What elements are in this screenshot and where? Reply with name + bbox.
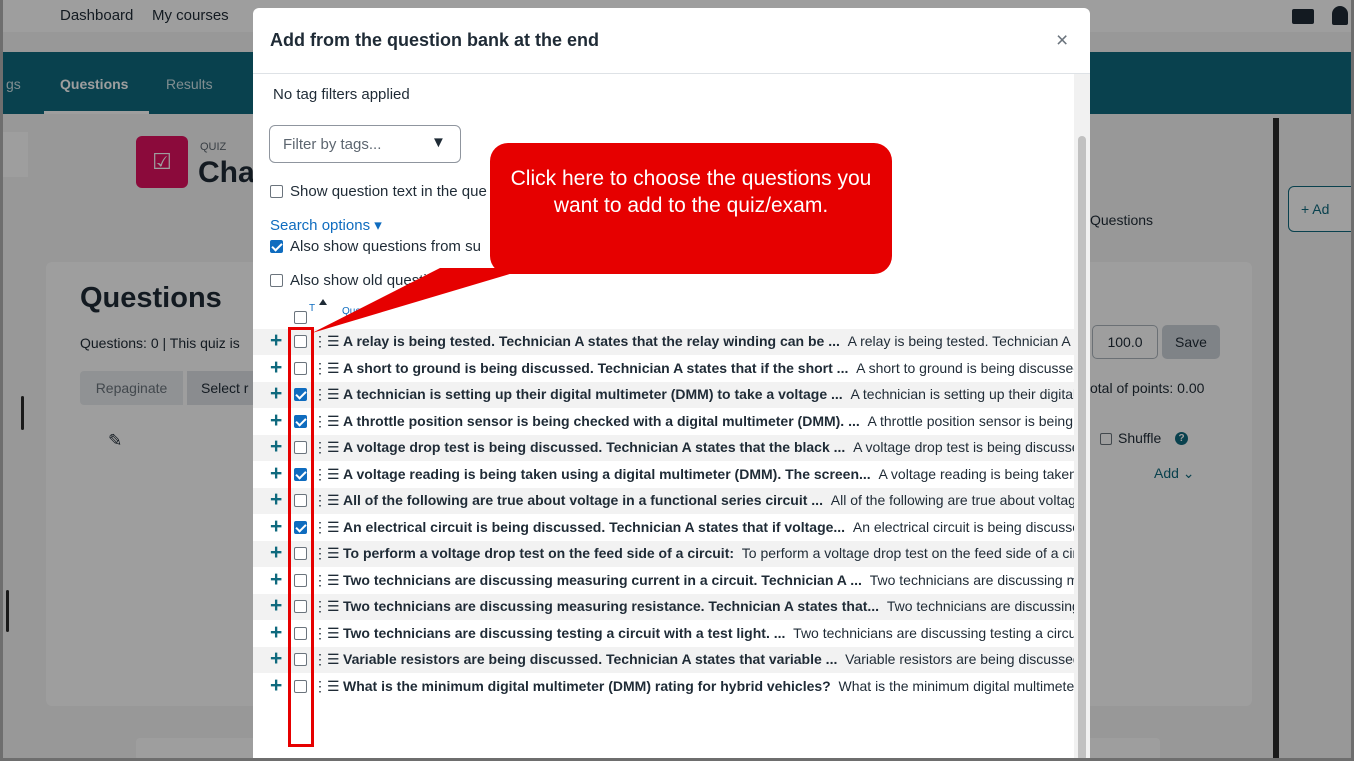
callout-text: Click here to choose the questions you w… (510, 167, 872, 217)
callout-pointer (312, 268, 530, 333)
highlight-rectangle (288, 327, 314, 747)
frame-left (0, 0, 3, 761)
